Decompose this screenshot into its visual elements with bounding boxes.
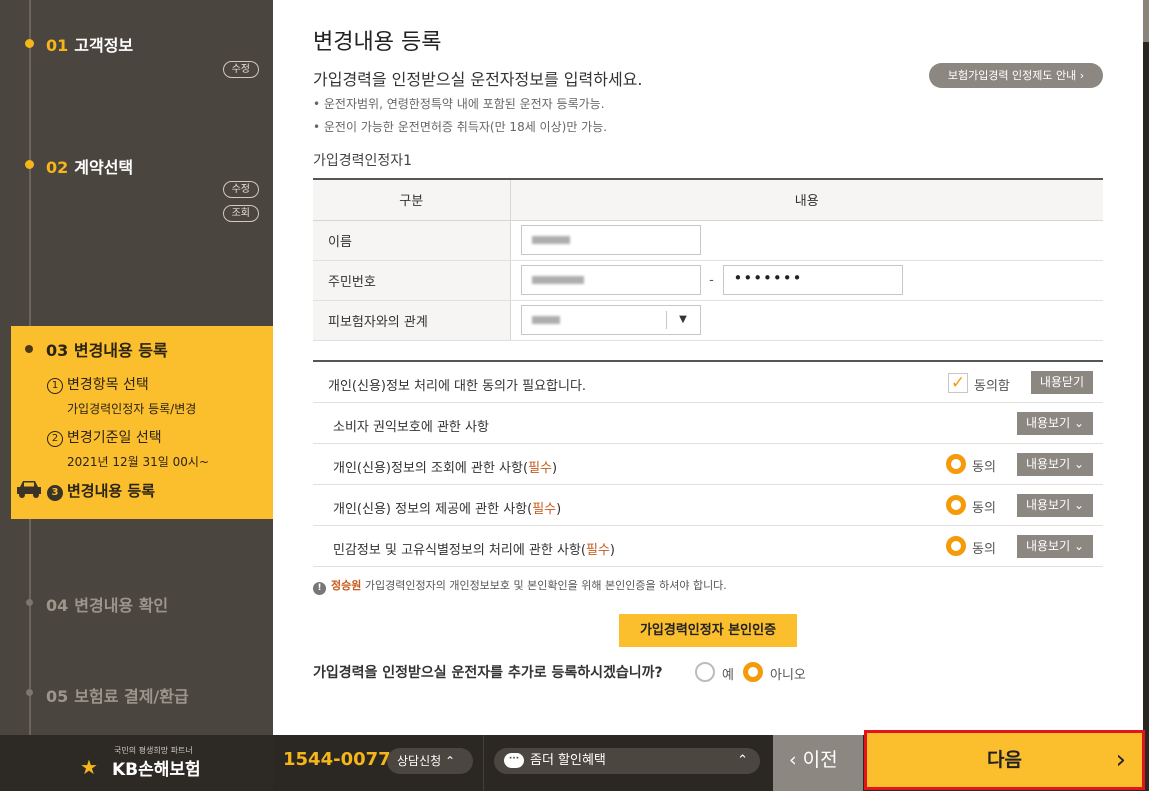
chevron-up-icon: ⌃ bbox=[445, 754, 456, 768]
add-driver-question: 가입경력을 인정받으실 운전자를 추가로 등록하시겠습니까? bbox=[313, 665, 663, 681]
agree-radio[interactable] bbox=[946, 454, 966, 474]
agree-all-label: 동의함 bbox=[974, 379, 1010, 394]
substep-1: 1 변경항목 선택 bbox=[47, 374, 149, 394]
rrn-dash: - bbox=[709, 272, 714, 288]
page-title: 변경내용 등록 bbox=[313, 30, 442, 55]
step-dot bbox=[26, 599, 33, 606]
progress-sidebar: 01 고객정보 수정 02 계약선택 수정 조회 03 변경내용 등록 1 변경항목 … bbox=[0, 0, 273, 735]
consent-row-text: 소비자 권익보호에 관한 사항 bbox=[333, 420, 489, 435]
substep-3: 3 변경내용 등록 bbox=[47, 480, 155, 501]
add-no-label: 아니오 bbox=[770, 668, 806, 683]
step-dot bbox=[26, 689, 33, 696]
consent-row: 개인(신용) 정보의 제공에 관한 사항(필수) 동의 내용보기 ⌄ bbox=[313, 485, 1103, 526]
rrn-back-input[interactable]: ••••••• bbox=[722, 265, 903, 295]
step-dot bbox=[25, 160, 34, 169]
consent-header-row: 개인(신용)정보 처리에 대한 동의가 필요합니다. ✓ 동의함 내용닫기 bbox=[313, 362, 1103, 403]
scrollbar-thumb[interactable] bbox=[1143, 0, 1149, 42]
guide-button[interactable]: 보험가입경력 인정제도 안내 › bbox=[929, 63, 1103, 88]
substep-2: 2 변경기준일 선택 bbox=[47, 427, 162, 447]
main-content: 변경내용 등록 가입경력을 인정받으실 운전자정보를 입력하세요. 보험가입경력… bbox=[273, 0, 1143, 735]
phone-number: 1544-0077 bbox=[283, 749, 391, 770]
bottom-bar: ★ 국민의 평생희망 파트너 KB손해보험 1544-0077 상담신청 ⌃ ·… bbox=[0, 730, 1149, 791]
identity-verify-button[interactable]: 가입경력인정자 본인인증 bbox=[619, 614, 797, 647]
step-title: 03 변경내용 등록 bbox=[46, 341, 168, 360]
view-content-button[interactable]: 내용보기 ⌄ bbox=[1016, 412, 1093, 435]
consent-main-text: 개인(신용)정보 처리에 대한 동의가 필요합니다. bbox=[328, 379, 587, 394]
car-icon bbox=[17, 481, 41, 498]
rrn-front-input[interactable] bbox=[520, 265, 701, 295]
edit-badge[interactable]: 수정 bbox=[222, 61, 259, 78]
chevron-down-icon: ▼ bbox=[665, 311, 700, 329]
add-yes-radio[interactable] bbox=[695, 662, 715, 682]
name-input[interactable] bbox=[520, 225, 701, 255]
step-title: 05 보험료 결제/환급 bbox=[46, 687, 189, 706]
bullet-note: • 운전자범위, 연령한정특약 내에 포함된 운전자 등록가능. bbox=[313, 97, 605, 111]
driver-info-table: 구분 내용 이름 주민번호 - ••••••• 피보험자와의 관계 ▼ bbox=[313, 178, 1103, 341]
chevron-up-icon: ⌃ bbox=[737, 753, 748, 768]
consent-row-text: 개인(신용)정보의 조회에 관한 사항(필수) bbox=[333, 461, 558, 476]
step-title: 04 변경내용 확인 bbox=[46, 596, 169, 615]
agree-all-checkbox[interactable]: ✓ bbox=[948, 373, 968, 393]
consent-section: 개인(신용)정보 처리에 대한 동의가 필요합니다. ✓ 동의함 내용닫기 소비… bbox=[313, 360, 1103, 567]
agree-radio[interactable] bbox=[946, 495, 966, 515]
column-header: 내용 bbox=[509, 178, 1103, 221]
chevron-right-icon: › bbox=[1115, 745, 1126, 775]
chat-bubble-icon: ··· bbox=[504, 753, 524, 768]
prev-button[interactable]: ‹ 이전 bbox=[773, 735, 863, 791]
agree-label: 동의 bbox=[972, 542, 996, 557]
scrollbar[interactable] bbox=[1143, 0, 1149, 735]
bullet-note: • 운전이 가능한 운전면허증 취득자(만 18세 이상)만 가능. bbox=[313, 120, 608, 134]
agree-label: 동의 bbox=[972, 460, 996, 475]
consent-row-text: 개인(신용) 정보의 제공에 관한 사항(필수) bbox=[333, 502, 562, 517]
substep-1-desc: 가입경력인정자 등록/변경 bbox=[67, 402, 197, 416]
auth-notice: ! 정승원 가입경력인정자의 개인정보보호 및 본인확인을 위해 본인인증을 하셔… bbox=[313, 577, 727, 595]
page-lead: 가입경력을 인정받으실 운전자정보를 입력하세요. bbox=[313, 70, 643, 89]
relation-select[interactable]: ▼ bbox=[520, 305, 701, 335]
add-no-radio[interactable] bbox=[743, 662, 763, 682]
step-dot bbox=[25, 345, 33, 353]
consult-button[interactable]: 상담신청 ⌃ bbox=[387, 748, 473, 774]
consent-row-text: 민감정보 및 고유식별정보의 처리에 관한 사항(필수) bbox=[333, 543, 615, 558]
kb-star-icon: ★ bbox=[80, 755, 98, 779]
divider bbox=[483, 735, 484, 791]
step-title: 01 고객정보 bbox=[46, 36, 134, 55]
section-label: 가입경력인정자1 bbox=[313, 153, 413, 169]
rrn-label: 주민번호 bbox=[313, 260, 511, 301]
agree-radio[interactable] bbox=[946, 536, 966, 556]
alert-icon: ! bbox=[313, 582, 326, 595]
view-content-button[interactable]: 내용보기 ⌄ bbox=[1016, 494, 1093, 517]
consent-row: 소비자 권익보호에 관한 사항 내용보기 ⌄ bbox=[313, 403, 1103, 444]
agree-label: 동의 bbox=[972, 501, 996, 516]
discount-button[interactable]: ··· 좀더 할인혜택 ⌃ bbox=[494, 748, 760, 774]
substep-2-desc: 2021년 12월 31일 00시~ bbox=[67, 455, 210, 469]
edit-badge[interactable]: 수정 bbox=[222, 181, 259, 198]
view-content-button[interactable]: 내용보기 ⌄ bbox=[1016, 453, 1093, 476]
consent-row: 개인(신용)정보의 조회에 관한 사항(필수) 동의 내용보기 ⌄ bbox=[313, 444, 1103, 485]
name-label: 이름 bbox=[313, 220, 511, 261]
step-03-active: 03 변경내용 등록 1 변경항목 선택 가입경력인정자 등록/변경 2 변경기준일… bbox=[11, 326, 273, 519]
step-dot bbox=[25, 39, 34, 48]
consent-row: 민감정보 및 고유식별정보의 처리에 관한 사항(필수) 동의 내용보기 ⌄ bbox=[313, 526, 1103, 567]
step-title: 02 계약선택 bbox=[46, 158, 134, 177]
next-button[interactable]: 다음 › bbox=[864, 730, 1145, 790]
view-content-button[interactable]: 내용보기 ⌄ bbox=[1016, 535, 1093, 558]
chevron-left-icon: ‹ bbox=[789, 749, 797, 771]
logo: ★ 국민의 평생희망 파트너 KB손해보험 bbox=[0, 735, 273, 791]
view-badge[interactable]: 조회 bbox=[222, 205, 259, 222]
add-yes-label: 예 bbox=[722, 668, 734, 683]
close-content-button[interactable]: 내용닫기 bbox=[1030, 371, 1093, 394]
relation-label: 피보험자와의 관계 bbox=[313, 300, 511, 341]
column-header: 구분 bbox=[313, 178, 510, 221]
